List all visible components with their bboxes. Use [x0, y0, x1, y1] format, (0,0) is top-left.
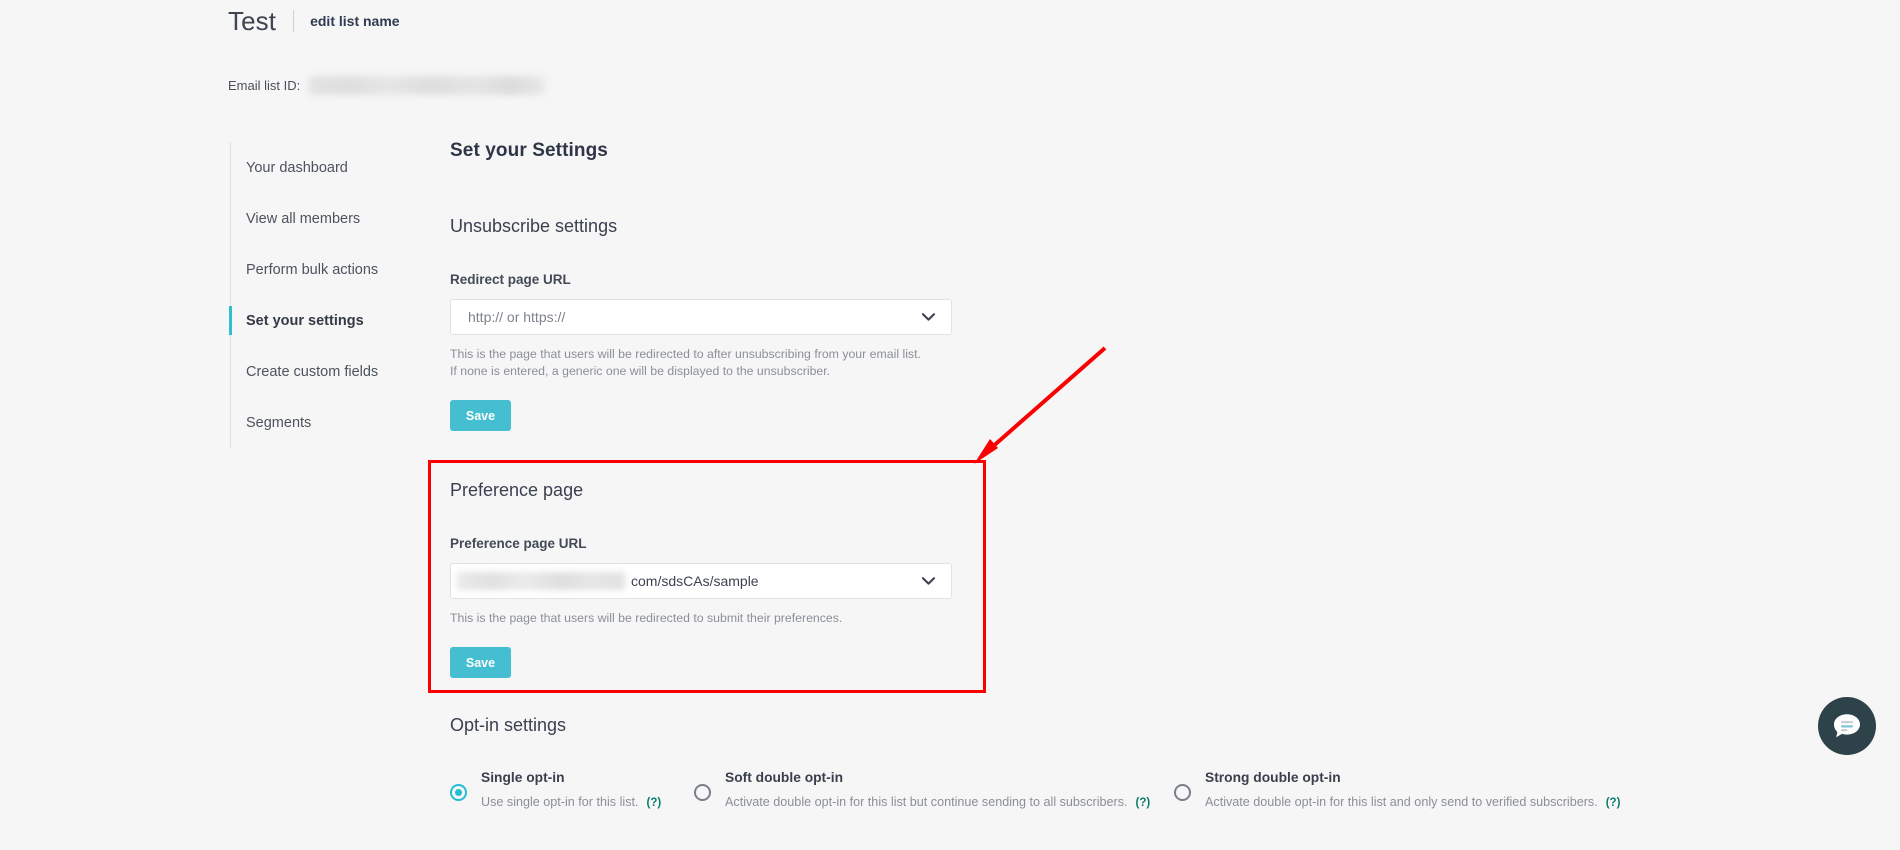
- radio-soft-double-opt-in[interactable]: [694, 784, 711, 801]
- optin-option-description: Use single opt-in for this list.: [481, 795, 639, 809]
- sidebar-item-set-your-settings[interactable]: Set your settings: [229, 295, 420, 346]
- optin-option-soft-double[interactable]: Soft double opt-in Activate double opt-i…: [694, 770, 1174, 809]
- help-icon[interactable]: (?): [646, 797, 661, 809]
- redirect-page-url-helper-text: This is the page that users will be redi…: [450, 347, 921, 378]
- preference-page-url-label: Preference page URL: [450, 536, 587, 551]
- email-list-id-label: Email list ID:: [228, 78, 301, 93]
- settings-main-content: Set your Settings Unsubscribe settings R…: [450, 140, 1070, 431]
- help-icon[interactable]: (?): [1606, 797, 1621, 809]
- preference-page-section: Preference page Preference page URL com/…: [450, 480, 1010, 678]
- chevron-down-icon[interactable]: [921, 313, 936, 321]
- optin-option-title: Strong double opt-in: [1205, 770, 1341, 785]
- sidebar-item-label: View all members: [246, 210, 361, 227]
- chevron-down-icon[interactable]: [921, 577, 936, 585]
- preference-page-heading: Preference page: [450, 480, 584, 500]
- optin-options-row: Single opt-in Use single opt-in for this…: [450, 770, 1650, 809]
- optin-option-texts: Single opt-in Use single opt-in for this…: [481, 770, 661, 809]
- preference-page-url-path: com/sdsCAs/sample: [631, 573, 759, 589]
- optin-option-title: Single opt-in: [481, 770, 565, 785]
- sidebar-item-create-custom-fields[interactable]: Create custom fields: [231, 346, 420, 397]
- edit-list-name-link[interactable]: edit list name: [310, 13, 399, 29]
- chat-bubble-icon: [1834, 714, 1860, 738]
- sidebar-item-label: Create custom fields: [246, 363, 379, 380]
- redirect-page-url-input[interactable]: http:// or https://: [450, 299, 952, 335]
- radio-single-opt-in[interactable]: [450, 784, 467, 801]
- optin-option-description-row: Activate double opt-in for this list but…: [725, 795, 1150, 809]
- optin-option-texts: Strong double opt-in Activate double opt…: [1205, 770, 1620, 809]
- preference-page-url-helper-text: This is the page that users will be redi…: [450, 611, 843, 625]
- save-unsubscribe-settings-button[interactable]: Save: [450, 400, 511, 431]
- sidebar-item-label: Your dashboard: [246, 159, 348, 176]
- optin-option-description-row: Use single opt-in for this list. (?): [481, 795, 661, 809]
- preference-page-url-input[interactable]: com/sdsCAs/sample: [450, 563, 952, 599]
- optin-option-description-row: Activate double opt-in for this list and…: [1205, 795, 1620, 809]
- radio-strong-double-opt-in[interactable]: [1174, 784, 1191, 801]
- optin-settings-heading: Opt-in settings: [450, 715, 567, 735]
- sidebar-item-label: Segments: [246, 414, 312, 431]
- list-title: Test: [228, 6, 277, 36]
- optin-option-single[interactable]: Single opt-in Use single opt-in for this…: [450, 770, 694, 809]
- chat-widget-button[interactable]: [1818, 697, 1876, 755]
- email-list-id-value-redacted: [309, 76, 546, 95]
- sidebar-item-perform-bulk-actions[interactable]: Perform bulk actions: [231, 244, 420, 295]
- optin-option-description: Activate double opt-in for this list but…: [725, 795, 1128, 809]
- page-header: Test edit list name: [228, 0, 400, 42]
- optin-option-description: Activate double opt-in for this list and…: [1205, 795, 1598, 809]
- unsubscribe-settings-heading: Unsubscribe settings: [450, 216, 618, 236]
- sidebar-item-label: Perform bulk actions: [246, 261, 379, 278]
- optin-settings-section: Opt-in settings Single opt-in Use single…: [450, 715, 1650, 809]
- email-list-id-row: Email list ID:: [228, 76, 546, 95]
- optin-option-texts: Soft double opt-in Activate double opt-i…: [725, 770, 1150, 809]
- page-left-margin: [0, 0, 228, 850]
- sidebar-item-view-all-members[interactable]: View all members: [231, 193, 420, 244]
- save-preference-page-button[interactable]: Save: [450, 647, 511, 678]
- optin-option-strong-double[interactable]: Strong double opt-in Activate double opt…: [1174, 770, 1644, 809]
- title-divider: [293, 10, 295, 32]
- redirect-page-url-placeholder: http:// or https://: [468, 309, 566, 325]
- optin-option-title: Soft double opt-in: [725, 770, 844, 785]
- preference-page-url-domain-redacted: [457, 572, 625, 590]
- sidebar-item-your-dashboard[interactable]: Your dashboard: [231, 142, 420, 193]
- sidebar-item-label: Set your settings: [246, 312, 364, 329]
- redirect-page-url-label: Redirect page URL: [450, 272, 571, 287]
- settings-sidebar: Your dashboard View all members Perform …: [229, 142, 420, 448]
- help-icon[interactable]: (?): [1136, 797, 1151, 809]
- preference-page-url-value: com/sdsCAs/sample: [451, 572, 759, 590]
- page-title: Set your Settings: [450, 140, 608, 161]
- sidebar-item-segments[interactable]: Segments: [231, 397, 420, 448]
